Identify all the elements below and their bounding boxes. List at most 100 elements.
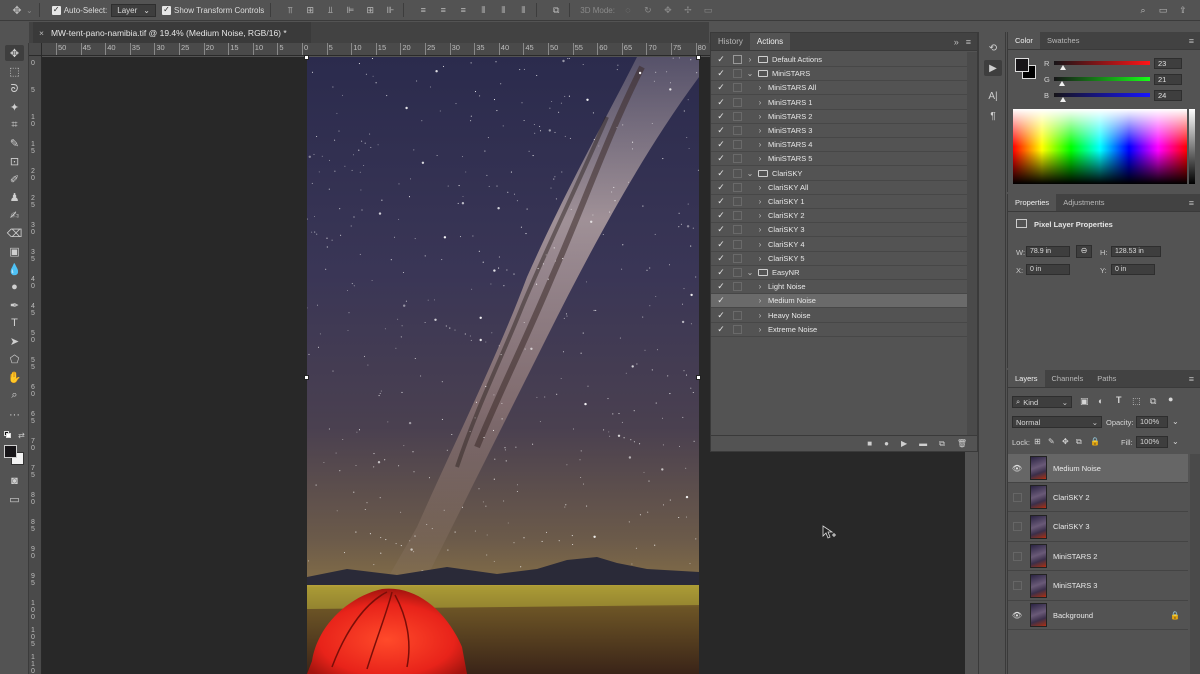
layer-thumbnail[interactable] [1030, 456, 1047, 480]
dialog-toggle-box[interactable] [733, 69, 742, 79]
align-hcenter-icon[interactable]: ⊞ [363, 5, 377, 16]
stop-icon[interactable]: ■ [867, 439, 872, 448]
auto-align-icon[interactable]: ⧉ [549, 5, 563, 16]
opacity-field[interactable]: 100% [1136, 416, 1168, 428]
path-selection-tool-icon[interactable]: ➤ [5, 333, 24, 349]
chevron-right-icon[interactable]: › [756, 254, 764, 263]
chevron-right-icon[interactable]: › [746, 55, 754, 64]
dialog-toggle-box[interactable] [733, 197, 742, 206]
action-set-row[interactable]: ✓ ⌄ MiniSTARS [711, 67, 967, 82]
auto-select-dropdown[interactable]: Layer ⌄ [111, 3, 156, 17]
toggle-check-icon[interactable]: ✓ [714, 281, 728, 292]
ruler-origin[interactable] [29, 43, 42, 56]
toggle-check-icon[interactable]: ✓ [714, 295, 728, 306]
height-field[interactable]: 128.53 in [1111, 246, 1161, 257]
zoom-tool-icon[interactable]: ⌕ [5, 387, 24, 403]
quick-mask-icon[interactable]: ◙ [5, 473, 24, 489]
brush-tool-icon[interactable]: ✐ [5, 171, 24, 187]
lock-position-icon[interactable]: ✥ [1062, 437, 1069, 446]
canvas-image[interactable] [307, 57, 699, 674]
lock-all-icon[interactable]: 🔒 [1090, 437, 1100, 446]
distribute-vcenter-icon[interactable]: ≡ [436, 5, 450, 16]
lock-image-icon[interactable]: ✎ [1048, 437, 1055, 446]
panel-menu-icon[interactable]: ≡ [966, 37, 971, 47]
tab-history[interactable]: History [711, 33, 750, 50]
chevron-right-icon[interactable]: › [756, 325, 764, 334]
tab-channels[interactable]: Channels [1045, 370, 1091, 387]
red-slider[interactable] [1054, 61, 1150, 65]
chevron-right-icon[interactable]: › [756, 83, 764, 92]
tab-swatches[interactable]: Swatches [1040, 32, 1087, 49]
x-field[interactable]: 0 in [1026, 264, 1070, 275]
dialog-toggle-box[interactable] [733, 126, 742, 135]
share-icon[interactable]: ⇪ [1176, 5, 1190, 16]
transform-handle[interactable] [304, 375, 309, 380]
transform-handle[interactable] [696, 375, 701, 380]
play-icon[interactable]: ▶ [901, 439, 907, 448]
chevron-down-icon[interactable]: ⌄ [746, 69, 754, 78]
layer-thumbnail[interactable] [1030, 544, 1047, 569]
paragraph-panel-icon[interactable]: ¶ [984, 108, 1002, 124]
search-icon[interactable]: ⌕ [1136, 5, 1150, 16]
dialog-toggle-box[interactable] [733, 282, 742, 292]
action-row[interactable]: ✓ › MiniSTARS 4 [711, 138, 967, 153]
layer-name[interactable]: MiniSTARS 3 [1053, 581, 1097, 590]
dialog-toggle-box[interactable] [733, 55, 742, 64]
eyedropper-tool-icon[interactable]: ✎ [5, 135, 24, 151]
dialog-toggle-box[interactable] [733, 111, 742, 121]
foreground-color-swatch[interactable] [1015, 58, 1029, 72]
chevron-right-icon[interactable]: › [756, 98, 764, 107]
green-value[interactable]: 21 [1154, 74, 1182, 85]
toggle-check-icon[interactable]: ✓ [714, 82, 728, 93]
auto-select-option[interactable]: ✓ Auto-Select: Layer ⌄ [51, 3, 156, 17]
trash-icon[interactable]: 🗑 [957, 439, 967, 448]
action-row[interactable]: ✓ › MiniSTARS All [711, 81, 967, 96]
chevron-right-icon[interactable]: › [756, 183, 764, 192]
toggle-check-icon[interactable]: ✓ [714, 239, 728, 250]
record-icon[interactable]: ● [884, 439, 889, 448]
distribute-right-icon[interactable]: ⦀ [516, 5, 530, 16]
layer-name[interactable]: Medium Noise [1053, 464, 1101, 473]
hand-tool-icon[interactable]: ✋ [5, 369, 24, 385]
toggle-check-icon[interactable]: ✓ [714, 253, 728, 264]
screen-mode-icon[interactable]: ▭ [5, 491, 24, 507]
swap-colors-icon[interactable]: ⇄ [18, 431, 25, 440]
toggle-check-icon[interactable]: ✓ [714, 310, 728, 321]
toggle-check-icon[interactable]: ✓ [714, 196, 728, 207]
action-set-row[interactable]: ✓ ⌄ EasyNR [711, 266, 967, 280]
vertical-ruler[interactable]: 0 5 1 0 1 5 2 0 2 5 3 0 3 5 4 0 4 5 5 0 5 5 6 0 6 5 7 … [29, 56, 42, 674]
layer-thumbnail[interactable] [1030, 514, 1047, 539]
magic-wand-tool-icon[interactable]: ✦ [5, 99, 24, 115]
dialog-toggle-box[interactable] [733, 154, 742, 164]
toggle-check-icon[interactable]: ✓ [714, 267, 728, 278]
action-row[interactable]: ✓ › ClariSKY All [711, 181, 967, 195]
chevron-down-icon[interactable]: ⌄ [1172, 437, 1179, 446]
link-icon[interactable]: ⊖ [1076, 245, 1092, 258]
dialog-toggle-box[interactable] [733, 268, 742, 277]
chevron-down-icon[interactable]: ⌄ [746, 169, 754, 178]
show-transform-option[interactable]: ✓ Show Transform Controls [162, 5, 264, 15]
distribute-left-icon[interactable]: ⦀ [476, 5, 490, 16]
dialog-toggle-box[interactable] [733, 310, 742, 320]
chevron-right-icon[interactable]: › [756, 126, 764, 135]
layer-row[interactable]: MiniSTARS 3 [1008, 572, 1188, 601]
action-row[interactable]: ✓ › Medium Noise [711, 294, 967, 309]
tab-color[interactable]: Color [1008, 32, 1040, 49]
toggle-check-icon[interactable]: ✓ [714, 168, 728, 179]
distribute-hcenter-icon[interactable]: ⦀ [496, 5, 510, 16]
lock-transparent-icon[interactable]: ⊞ [1034, 437, 1041, 446]
history-brush-tool-icon[interactable]: ✍ [5, 207, 24, 223]
visibility-toggle[interactable] [1013, 522, 1022, 532]
green-slider[interactable] [1054, 77, 1150, 81]
action-row[interactable]: ✓ › Extreme Noise [711, 323, 967, 337]
align-bottom-icon[interactable]: ⫫ [323, 5, 337, 16]
chevron-down-icon[interactable]: ⌄ [746, 268, 754, 277]
chevron-right-icon[interactable]: › [756, 282, 764, 291]
layer-row[interactable]: 👁 Medium Noise [1008, 454, 1188, 483]
tab-actions[interactable]: Actions [749, 33, 791, 50]
layer-row[interactable]: ClariSKY 3 [1008, 513, 1188, 542]
y-field[interactable]: 0 in [1111, 264, 1155, 275]
eye-icon[interactable]: 👁 [1008, 464, 1026, 473]
panel-menu-icon[interactable]: ≡ [1189, 374, 1194, 384]
layer-name[interactable]: ClariSKY 2 [1053, 493, 1090, 502]
